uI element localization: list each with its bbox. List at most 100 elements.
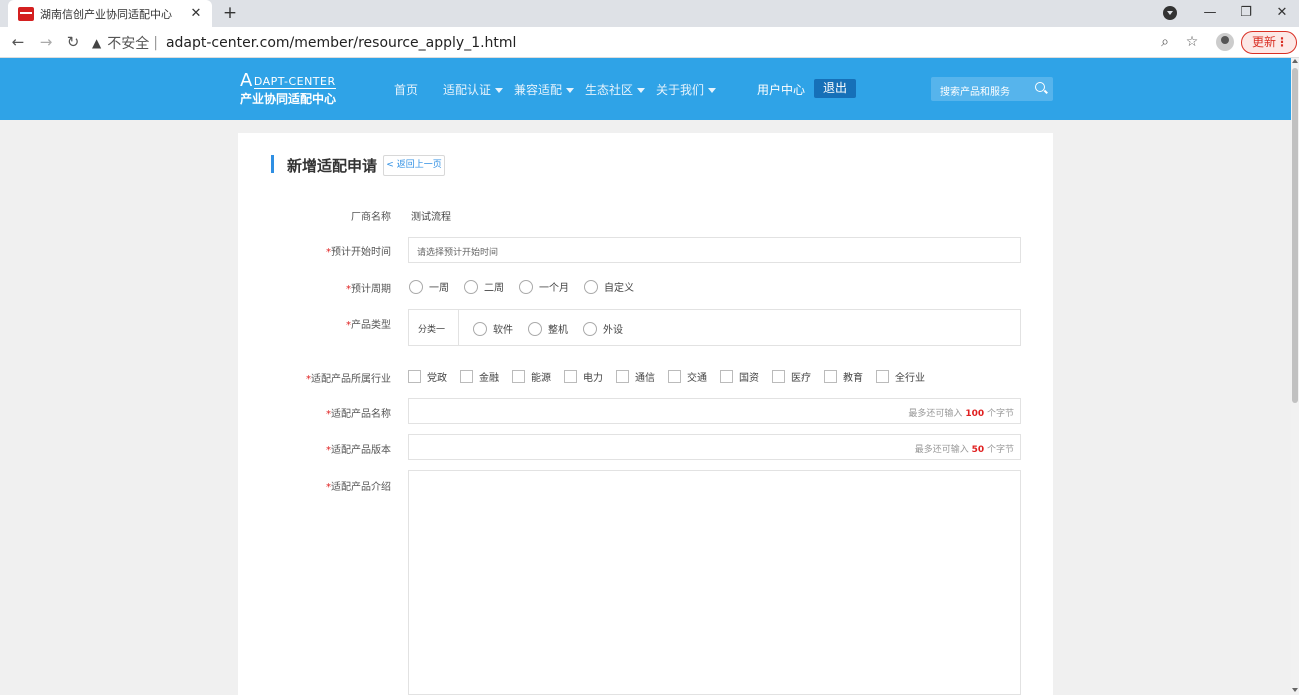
period-option-custom[interactable]: 自定义 [584, 279, 634, 294]
chrome-profile-menu-icon[interactable] [1163, 6, 1177, 20]
radio-circle-icon[interactable] [464, 279, 478, 294]
checkbox-icon[interactable] [616, 370, 629, 383]
window-restore-button[interactable]: ❐ [1232, 3, 1260, 23]
checkbox-icon[interactable] [564, 370, 577, 383]
scroll-down-arrow-icon[interactable] [1292, 688, 1298, 692]
period-option-month[interactable]: 一个月 [519, 279, 569, 294]
product-intro-label: *适配产品介绍 [241, 478, 391, 493]
chrome-update-button[interactable]: 更新 ⋮ [1241, 31, 1297, 54]
product-intro-textarea[interactable] [408, 470, 1021, 695]
window-close-button[interactable]: ✕ [1268, 3, 1296, 23]
nav-compatibility[interactable]: 兼容适配 [514, 81, 575, 98]
logout-button[interactable]: 退出 [814, 79, 856, 98]
radio-circle-icon[interactable] [528, 321, 542, 336]
insecure-label: 不安全 [107, 35, 150, 52]
browser-tabbar: 湖南信创产业协同适配中心 ✕ + — ❐ ✕ [0, 0, 1299, 27]
period-option-two-weeks[interactable]: 二周 [464, 279, 504, 294]
back-button[interactable]: < 返回上一页 [383, 155, 445, 176]
forward-arrow-icon[interactable]: → [36, 32, 56, 52]
industry-option-label: 电力 [583, 373, 603, 384]
checkbox-icon[interactable] [824, 370, 837, 383]
checkbox-icon[interactable] [876, 370, 889, 383]
start-time-field[interactable]: 请选择预计开始时间 [408, 237, 1021, 263]
product-type-software[interactable]: 软件 [473, 321, 513, 336]
chevron-down-icon [637, 88, 646, 93]
tab-title: 湖南信创产业协同适配中心 [40, 7, 172, 21]
site-search[interactable]: 搜索产品和服务 [931, 77, 1053, 101]
checkbox-icon[interactable] [720, 370, 733, 383]
radio-circle-icon[interactable] [583, 321, 597, 336]
product-type-radio-group: 软件 整机 外设 [473, 321, 623, 336]
scroll-up-arrow-icon[interactable] [1292, 59, 1298, 63]
period-option-label: 一周 [429, 283, 449, 294]
industry-option[interactable]: 交通 [668, 369, 707, 384]
checkbox-icon[interactable] [512, 370, 525, 383]
reload-icon[interactable]: ↻ [63, 32, 83, 52]
checkbox-icon[interactable] [460, 370, 473, 383]
product-name-field[interactable]: 最多还可输入 100 个字节 [408, 398, 1021, 424]
url-field[interactable]: ▲ 不安全 | adapt-center.com/member/resource… [92, 31, 1172, 54]
vendor-value: 测试流程 [411, 212, 451, 223]
product-type-label: *产品类型 [241, 316, 391, 331]
scrollbar-thumb[interactable] [1292, 68, 1298, 403]
product-name-label-text: 适配产品名称 [331, 409, 391, 420]
period-option-label: 自定义 [604, 283, 634, 294]
product-intro-label-text: 适配产品介绍 [331, 482, 391, 493]
site-logo[interactable]: A DAPT-CENTER 产业协同适配中心 [240, 70, 336, 107]
search-icon[interactable] [1035, 82, 1045, 92]
product-version-char-limit: 最多还可输入 50 个字节 [915, 442, 1014, 455]
nav-about-label: 关于我们 [656, 83, 705, 97]
user-center-link[interactable]: 用户中心 [757, 81, 805, 98]
industry-option-label: 交通 [687, 373, 707, 384]
nav-ecosystem[interactable]: 生态社区 [585, 81, 646, 98]
new-tab-button[interactable]: + [220, 3, 240, 23]
nav-certification[interactable]: 适配认证 [443, 81, 504, 98]
period-radio-group: 一周 二周 一个月 自定义 [409, 279, 634, 294]
industry-option[interactable]: 医疗 [772, 369, 811, 384]
industry-option-label: 国资 [739, 373, 759, 384]
product-version-label: *适配产品版本 [241, 441, 391, 456]
logo-letter: A [240, 70, 253, 91]
industry-option[interactable]: 能源 [512, 369, 551, 384]
industry-option[interactable]: 电力 [564, 369, 603, 384]
checkbox-icon[interactable] [408, 370, 421, 383]
period-label-text: 预计周期 [351, 284, 391, 295]
checkbox-icon[interactable] [668, 370, 681, 383]
nav-ecosystem-label: 生态社区 [585, 83, 634, 97]
radio-circle-icon[interactable] [473, 321, 487, 336]
product-type-peripheral[interactable]: 外设 [583, 321, 623, 336]
industry-option[interactable]: 通信 [616, 369, 655, 384]
page-title: 新增适配申请 [287, 157, 378, 175]
industry-option[interactable]: 党政 [408, 369, 447, 384]
chevron-down-icon [708, 88, 717, 93]
radio-circle-icon[interactable] [519, 279, 533, 294]
radio-circle-icon[interactable] [584, 279, 598, 294]
nav-home[interactable]: 首页 [394, 81, 418, 98]
product-version-field[interactable]: 最多还可输入 50 个字节 [408, 434, 1021, 460]
product-type-machine[interactable]: 整机 [528, 321, 568, 336]
search-input[interactable]: 搜索产品和服务 [940, 83, 1010, 98]
browser-tab[interactable]: 湖南信创产业协同适配中心 ✕ [8, 0, 212, 27]
page-scrollbar[interactable] [1291, 58, 1299, 695]
warning-triangle-icon: ▲ [92, 35, 102, 50]
back-arrow-icon[interactable]: ← [8, 32, 28, 52]
industry-option-label: 金融 [479, 373, 499, 384]
industry-option[interactable]: 教育 [824, 369, 863, 384]
industry-option[interactable]: 全行业 [876, 369, 925, 384]
limit-suffix: 个字节 [986, 445, 1014, 455]
site-header: A DAPT-CENTER 产业协同适配中心 [0, 58, 1291, 120]
radio-circle-icon[interactable] [409, 279, 423, 294]
period-option-week[interactable]: 一周 [409, 279, 449, 294]
industry-option[interactable]: 国资 [720, 369, 759, 384]
product-type-category: 分类一 [418, 325, 446, 335]
zoom-icon[interactable]: ⌕ [1155, 32, 1175, 52]
window-minimize-button[interactable]: — [1196, 3, 1224, 23]
limit-prefix: 最多还可输入 [908, 409, 963, 419]
profile-avatar-icon[interactable] [1216, 33, 1234, 51]
industry-option[interactable]: 金融 [460, 369, 499, 384]
bookmark-star-icon[interactable]: ☆ [1182, 32, 1202, 52]
chevron-down-icon [566, 88, 575, 93]
nav-about[interactable]: 关于我们 [656, 81, 717, 98]
tab-close-icon[interactable]: ✕ [186, 6, 206, 21]
checkbox-icon[interactable] [772, 370, 785, 383]
